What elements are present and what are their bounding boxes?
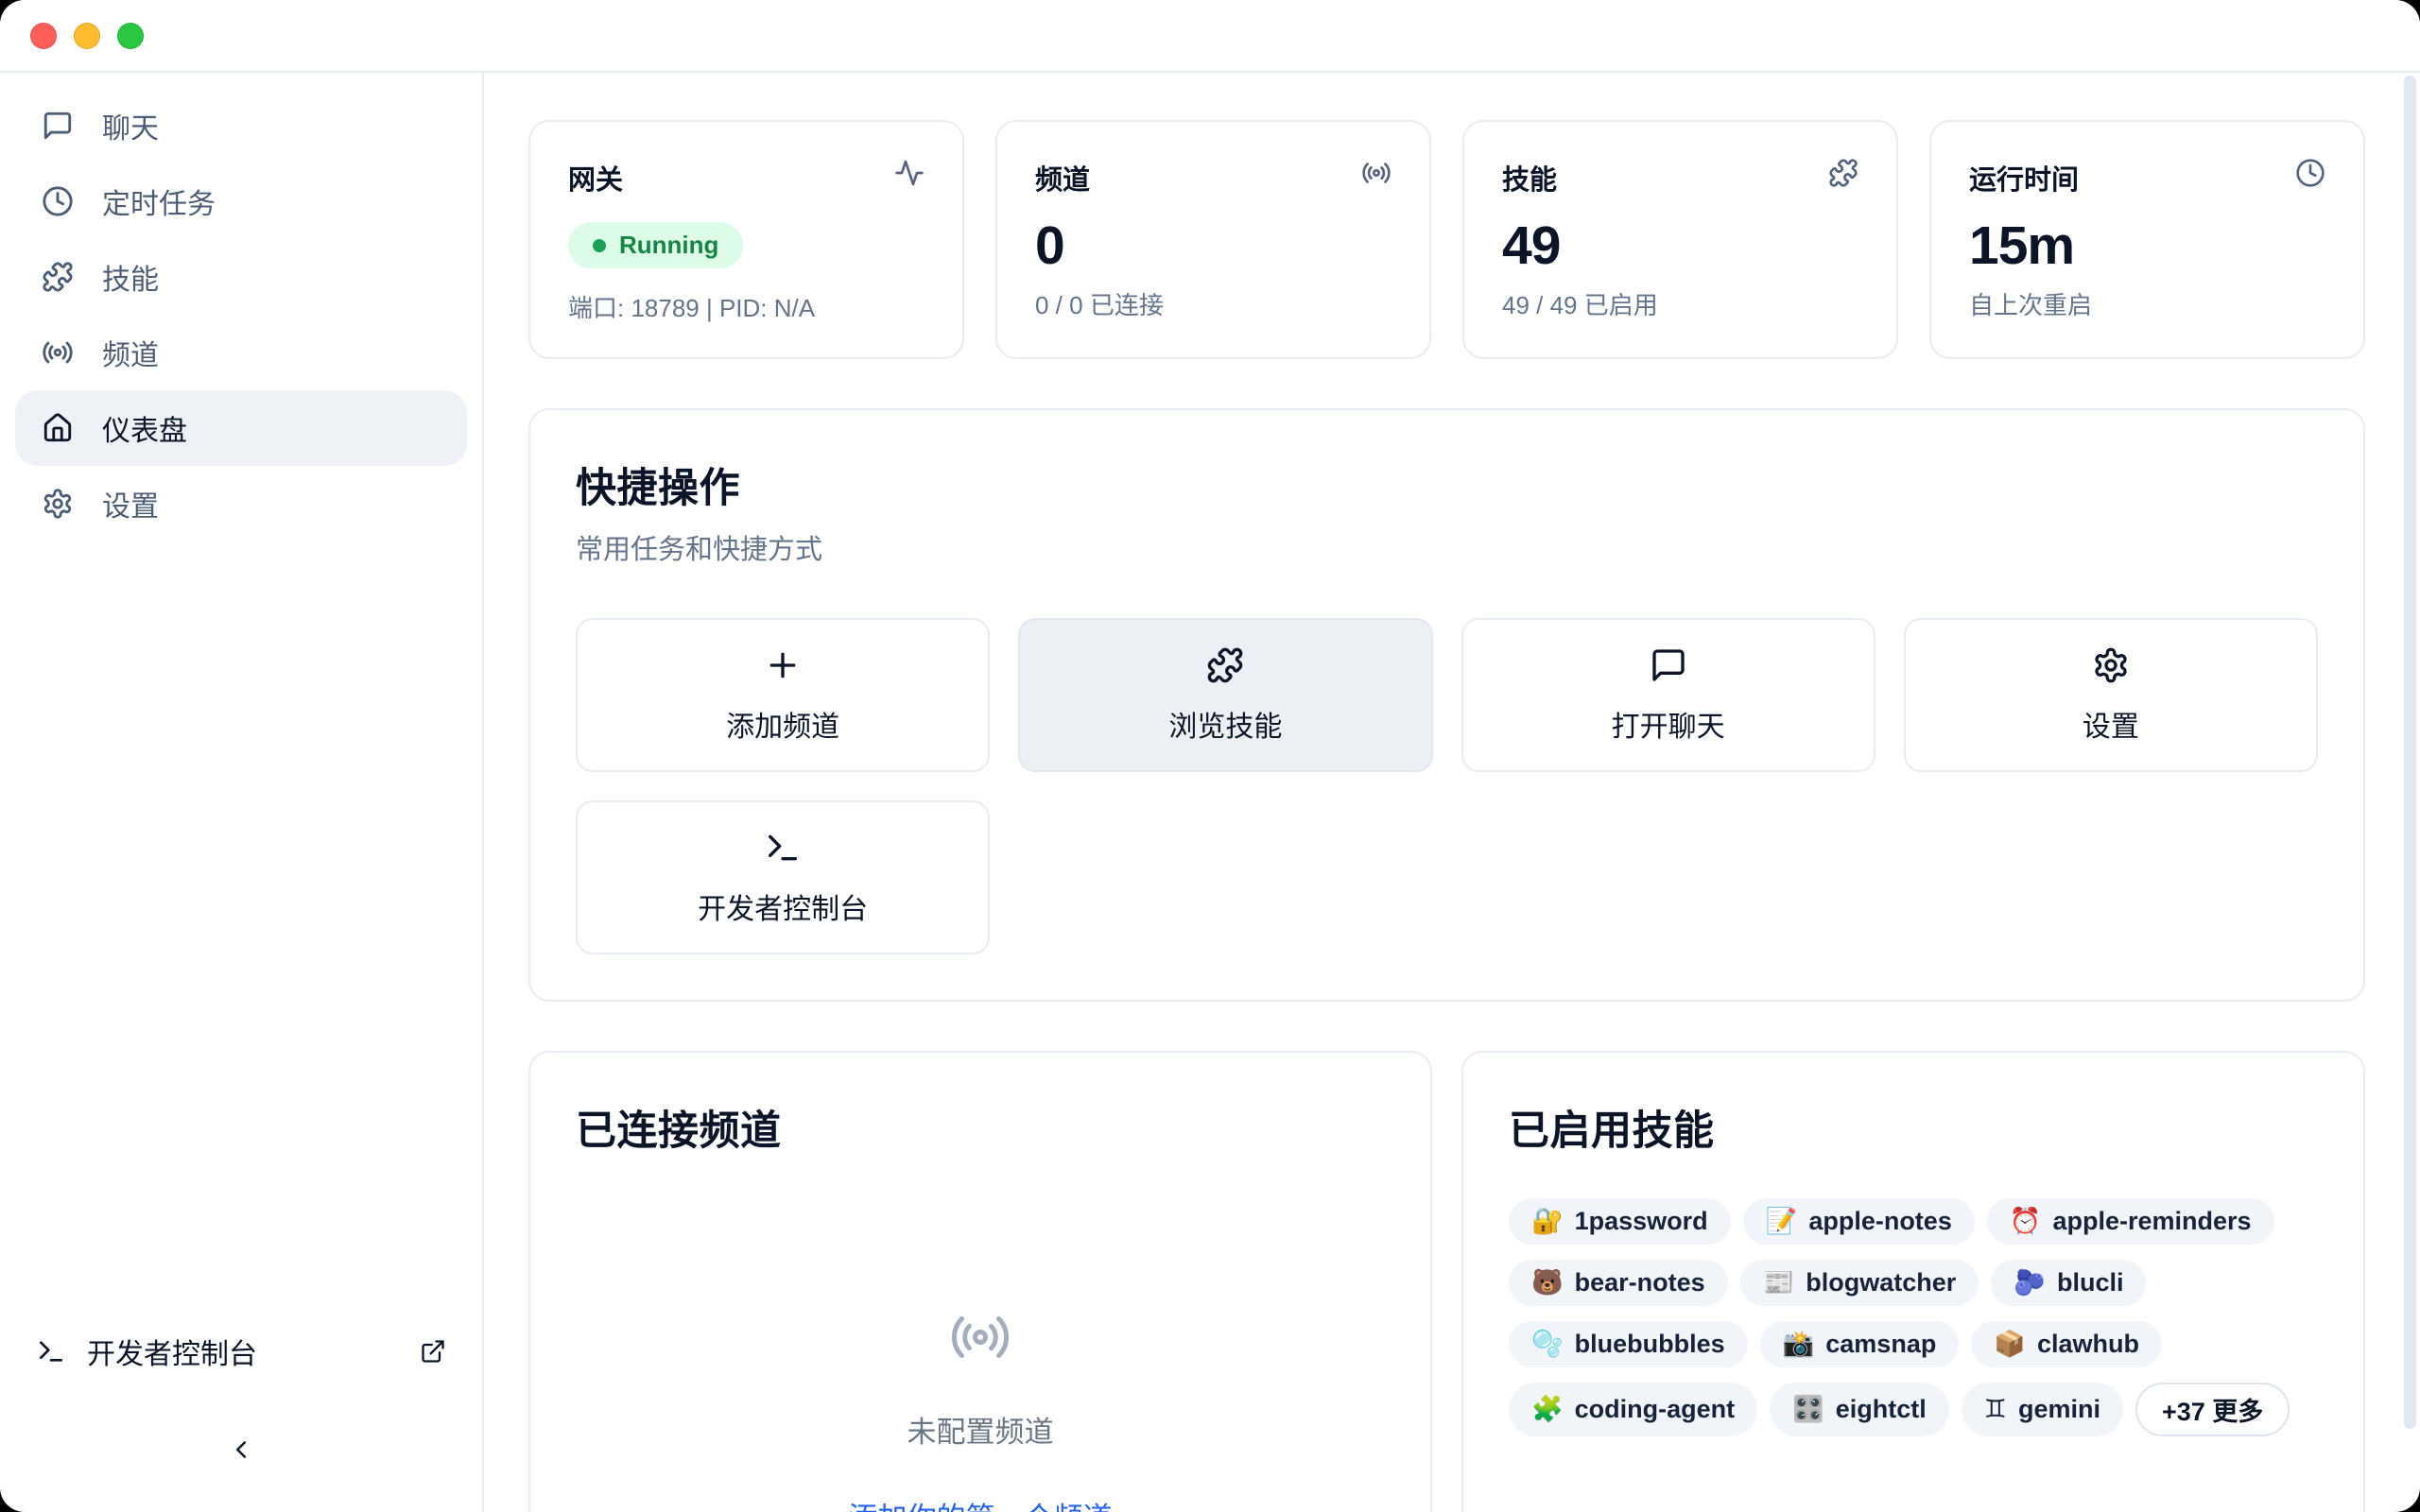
- skill-emoji: 🎛️: [1792, 1397, 1824, 1422]
- connected-channels-title: 已连接频道: [576, 1098, 1385, 1157]
- puzzle-icon: [1206, 646, 1244, 684]
- quick-actions-subtitle: 常用任务和快捷方式: [576, 527, 2318, 567]
- external-link-icon: [420, 1338, 446, 1365]
- sidebar-item-label: 技能: [102, 256, 159, 298]
- stat-value: 0: [1035, 215, 1392, 277]
- stat-value: 15m: [1969, 215, 2325, 277]
- settings-button[interactable]: 设置: [1904, 618, 2318, 772]
- browse-skills-button[interactable]: 浏览技能: [1018, 618, 1432, 772]
- skill-chip[interactable]: 🫐blucli: [1991, 1260, 2146, 1306]
- sidebar-item-dashboard[interactable]: 仪表盘: [15, 390, 467, 466]
- sidebar: 聊天 定时任务 技能 频道 仪表盘 设置: [0, 73, 484, 1512]
- stat-title: 频道: [1035, 158, 1090, 198]
- clock-icon: [42, 185, 74, 217]
- main-content: 网关 Running 端口: 18789 | PID: N/A 频道 0: [484, 73, 2420, 1512]
- skill-emoji: 🫐: [2014, 1270, 2046, 1296]
- activity-icon: [894, 158, 925, 188]
- dev-console-label: 开发者控制台: [87, 1331, 257, 1372]
- quick-actions-title: 快捷操作: [576, 455, 2318, 514]
- plus-icon: [764, 646, 802, 684]
- minimize-window-button[interactable]: [74, 23, 100, 49]
- skill-emoji: 🔐: [1531, 1209, 1564, 1234]
- stat-card-uptime: 运行时间 15m 自上次重启: [1929, 120, 2365, 359]
- sidebar-item-label: 设置: [102, 483, 159, 524]
- stat-title: 运行时间: [1969, 158, 2079, 198]
- skill-emoji: ♊: [1984, 1397, 2007, 1422]
- skill-chip-list: 🔐1password 📝apple-notes ⏰apple-reminders…: [1509, 1198, 2318, 1436]
- skill-emoji: 🫧: [1531, 1332, 1564, 1357]
- stat-card-skills: 技能 49 49 / 49 已启用: [1462, 120, 1898, 359]
- add-channel-button[interactable]: 添加频道: [576, 618, 990, 772]
- puzzle-icon: [42, 261, 74, 293]
- skill-chip[interactable]: ⏰apple-reminders: [1987, 1198, 2274, 1245]
- skill-chip[interactable]: 🫧bluebubbles: [1509, 1321, 1748, 1367]
- puzzle-icon: [1828, 158, 1858, 188]
- more-skills-chip[interactable]: +37 更多: [2135, 1383, 2290, 1436]
- chevron-left-icon: [227, 1435, 255, 1464]
- radio-icon: [949, 1306, 1011, 1368]
- skill-emoji: 📸: [1783, 1332, 1815, 1357]
- close-window-button[interactable]: [30, 23, 57, 49]
- stat-card-channels: 频道 0 0 / 0 已连接: [995, 120, 1431, 359]
- skill-chip[interactable]: 🐻bear-notes: [1509, 1260, 1728, 1306]
- status-badge: Running: [568, 222, 743, 268]
- zoom-window-button[interactable]: [117, 23, 144, 49]
- open-chat-button[interactable]: 打开聊天: [1461, 618, 1876, 772]
- skill-emoji: ⏰: [2010, 1209, 2042, 1234]
- connected-channels-card: 已连接频道 未配置频道 添加你的第一个频道: [528, 1051, 1432, 1512]
- sidebar-item-label: 定时任务: [102, 180, 216, 222]
- titlebar: [0, 0, 2420, 73]
- gear-icon: [42, 488, 74, 520]
- gear-icon: [2092, 646, 2130, 684]
- skill-emoji: 📦: [1994, 1332, 2026, 1357]
- sidebar-item-skills[interactable]: 技能: [15, 239, 467, 315]
- skill-emoji: 📝: [1766, 1209, 1798, 1234]
- skill-emoji: 🐻: [1531, 1270, 1564, 1296]
- quick-actions-card: 快捷操作 常用任务和快捷方式 添加频道 浏览技能 打开聊天: [528, 408, 2365, 1002]
- add-first-channel-link[interactable]: 添加你的第一个频道: [849, 1494, 1113, 1512]
- skill-chip[interactable]: 📰blogwatcher: [1740, 1260, 1979, 1306]
- radio-icon: [42, 336, 74, 369]
- skill-chip[interactable]: 🧩coding-agent: [1509, 1383, 1757, 1436]
- sidebar-item-scheduled-tasks[interactable]: 定时任务: [15, 163, 467, 239]
- terminal-icon: [36, 1336, 66, 1366]
- sidebar-item-channels[interactable]: 频道: [15, 315, 467, 390]
- stat-title: 网关: [568, 158, 623, 198]
- sidebar-item-label: 仪表盘: [102, 407, 187, 449]
- skill-chip[interactable]: 📦clawhub: [1971, 1321, 2162, 1367]
- skill-chip[interactable]: 🔐1password: [1509, 1198, 1731, 1245]
- dev-console-button[interactable]: 开发者控制台: [576, 800, 990, 954]
- gateway-port-pid: 端口: 18789 | PID: N/A: [568, 289, 925, 324]
- radio-icon: [1361, 158, 1392, 188]
- clock-icon: [2295, 158, 2325, 188]
- chat-icon: [42, 110, 74, 142]
- sidebar-item-settings[interactable]: 设置: [15, 466, 467, 541]
- stat-value: 49: [1502, 215, 1858, 277]
- skill-chip[interactable]: 🎛️eightctl: [1770, 1383, 1949, 1436]
- empty-channels-text: 未配置频道: [908, 1408, 1054, 1451]
- terminal-icon: [764, 829, 802, 867]
- skill-emoji: 🧩: [1531, 1397, 1564, 1422]
- home-icon: [42, 412, 74, 444]
- enabled-skills-card: 已启用技能 🔐1password 📝apple-notes ⏰apple-rem…: [1461, 1051, 2365, 1512]
- status-dot: [593, 239, 606, 252]
- skill-chip[interactable]: 📸camsnap: [1760, 1321, 1960, 1367]
- stat-title: 技能: [1502, 158, 1557, 198]
- stat-subtext: 49 / 49 已启用: [1502, 286, 1858, 321]
- stat-subtext: 0 / 0 已连接: [1035, 286, 1392, 321]
- skill-chip[interactable]: ♊gemini: [1962, 1383, 2123, 1436]
- scrollbar-thumb[interactable]: [2404, 76, 2416, 1429]
- sidebar-item-label: 频道: [102, 332, 159, 373]
- enabled-skills-title: 已启用技能: [1509, 1098, 2318, 1157]
- stat-card-gateway: 网关 Running 端口: 18789 | PID: N/A: [528, 120, 964, 359]
- skill-chip[interactable]: 📝apple-notes: [1743, 1198, 1975, 1245]
- stat-subtext: 自上次重启: [1969, 286, 2325, 321]
- sidebar-item-label: 聊天: [102, 105, 159, 146]
- app-window: 聊天 定时任务 技能 频道 仪表盘 设置: [0, 0, 2420, 1512]
- chat-icon: [1650, 646, 1687, 684]
- sidebar-collapse-button[interactable]: [211, 1419, 271, 1480]
- sidebar-item-chat[interactable]: 聊天: [15, 88, 467, 163]
- dev-console-link[interactable]: 开发者控制台: [15, 1321, 467, 1382]
- skill-emoji: 📰: [1763, 1270, 1795, 1296]
